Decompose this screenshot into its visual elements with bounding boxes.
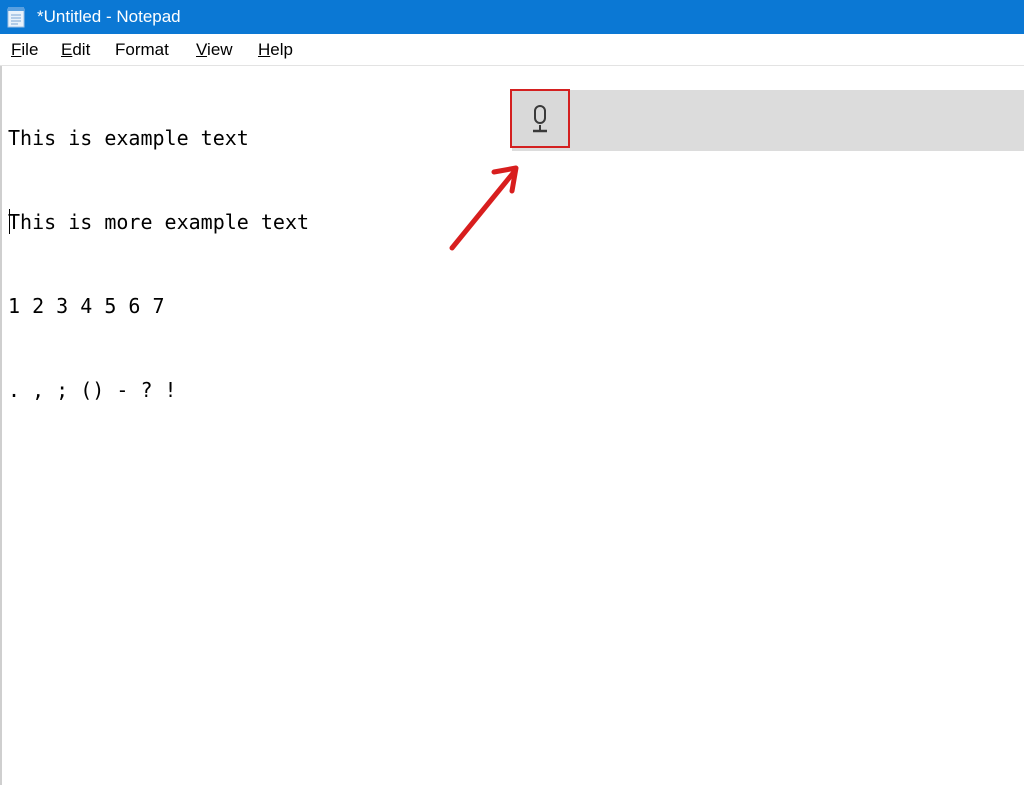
menu-format-label: Format (115, 40, 169, 59)
text-line: . , ; () - ? ! (8, 378, 177, 402)
window-title: *Untitled - Notepad (37, 7, 181, 26)
notepad-window: *Untitled - Notepad File Edit Format Vie… (0, 0, 1024, 785)
text-line: 1 2 3 4 5 6 7 (8, 294, 165, 318)
menu-edit-label: dit (72, 40, 91, 59)
menu-help-accelerator: H (258, 40, 271, 59)
document-text[interactable]: This is example text This is more exampl… (8, 68, 309, 460)
menu-file-accelerator: F (11, 40, 22, 59)
menu-file[interactable]: File (11, 40, 38, 60)
menu-help[interactable]: Help (258, 40, 293, 60)
menu-edit[interactable]: Edit (61, 40, 90, 60)
menu-help-label: elp (270, 40, 293, 59)
dictation-mic-button[interactable] (510, 89, 570, 148)
menu-bar: File Edit Format View Help (0, 34, 1024, 66)
menu-edit-accelerator: E (61, 40, 73, 59)
text-caret (9, 209, 10, 234)
menu-view-label: iew (207, 40, 233, 59)
red-arrow-icon (449, 165, 519, 251)
menu-view-accelerator: V (196, 40, 208, 59)
notepad-icon (7, 7, 25, 28)
menu-file-label: ile (21, 40, 39, 59)
microphone-icon (533, 105, 547, 133)
text-line: This is more example text (8, 210, 310, 234)
menu-format[interactable]: Format (115, 40, 169, 60)
dictation-toolbar (512, 90, 1024, 151)
text-line: This is example text (8, 126, 249, 150)
menu-view[interactable]: View (196, 40, 233, 60)
title-bar[interactable]: *Untitled - Notepad (0, 0, 1024, 34)
